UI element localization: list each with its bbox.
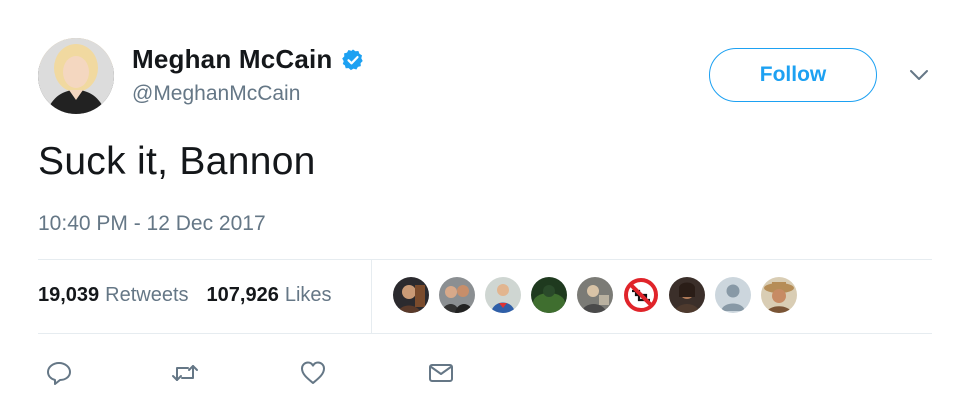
stats-bottom-divider [38, 333, 932, 334]
profile-photo-icon [38, 38, 114, 114]
direct-message-button[interactable] [426, 358, 456, 388]
liker-avatar-7[interactable] [669, 277, 705, 313]
direct-message-icon [429, 364, 453, 382]
stats-top-divider [38, 259, 932, 260]
engagement-stats: 19,039 Retweets 107,926 Likes [38, 284, 332, 307]
retweet-button[interactable] [170, 358, 200, 388]
retweets-label: Retweets [105, 284, 189, 306]
liker-avatar-4[interactable] [531, 277, 567, 313]
liker-avatar-9[interactable] [761, 277, 797, 313]
follow-button[interactable]: Follow [709, 48, 877, 102]
liker-avatar-5[interactable] [577, 277, 613, 313]
retweet-icon [172, 365, 198, 381]
likes-count: 107,926 [206, 284, 279, 306]
reply-icon [47, 362, 71, 385]
no-symbol-avatar[interactable] [623, 277, 659, 313]
author-display-name[interactable]: Meghan McCain [132, 44, 333, 75]
retweets-count: 19,039 [38, 284, 100, 306]
reply-button[interactable] [44, 358, 74, 388]
likes-label: Likes [284, 284, 332, 306]
author-handle[interactable]: @MeghanMcCain [132, 82, 300, 106]
tweet-actions [44, 358, 456, 388]
tweet-text: Suck it, Bannon [38, 140, 316, 183]
liker-avatar-3[interactable] [485, 277, 521, 313]
stats-vertical-divider [371, 260, 372, 333]
chevron-down-icon[interactable] [906, 62, 932, 88]
liker-avatar-1[interactable] [393, 277, 429, 313]
like-button[interactable] [298, 358, 328, 388]
retweets-stat[interactable]: 19,039 Retweets [38, 284, 189, 307]
verified-badge-icon [341, 49, 363, 70]
author-avatar[interactable] [38, 38, 114, 114]
tweet-timestamp[interactable]: 10:40 PM - 12 Dec 2017 [38, 212, 266, 236]
author-name-row[interactable]: Meghan McCain [132, 44, 365, 75]
like-heart-icon [301, 361, 325, 384]
default-avatar[interactable] [715, 277, 751, 313]
likers-avatar-list [393, 277, 807, 313]
likes-stat[interactable]: 107,926 Likes [207, 284, 332, 307]
liker-avatar-2[interactable] [439, 277, 475, 313]
